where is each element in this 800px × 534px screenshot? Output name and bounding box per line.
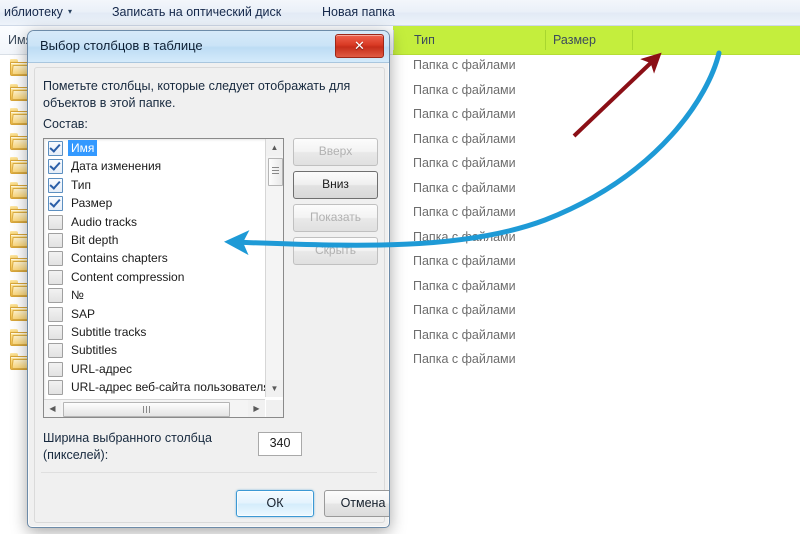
chevron-down-icon: ▾ — [67, 7, 72, 16]
checkbox-icon[interactable] — [48, 343, 63, 359]
cancel-button[interactable]: Отмена — [324, 490, 389, 517]
checkbox-icon[interactable] — [48, 288, 63, 304]
row-type-cell: Папка с файлами — [413, 82, 516, 97]
list-item-label: № — [71, 288, 84, 303]
list-order-button: Показать — [293, 204, 378, 232]
row-type-cell: Папка с файлами — [413, 254, 516, 268]
list-item-label: SAP — [71, 306, 96, 321]
column-header-highlight — [393, 26, 800, 55]
row-type-cell: Папка с файлами — [413, 278, 516, 293]
list-item[interactable]: Content compression — [44, 268, 265, 286]
explorer-toolbar: иблиотеку ▾ Записать на оптический диск Н… — [0, 0, 800, 26]
list-item-label: Дата изменения — [71, 159, 162, 174]
column-separator[interactable] — [632, 30, 633, 50]
scroll-right-icon[interactable]: ▶ — [248, 400, 265, 417]
checkbox-icon[interactable] — [48, 141, 63, 156]
dialog-description: Пометьте столбцы, которые следует отобра… — [43, 79, 351, 110]
list-item[interactable]: SAP — [44, 305, 265, 323]
row-type-cell: Папка с файлами — [413, 303, 516, 317]
list-item[interactable]: Имя — [44, 139, 265, 157]
list-item[interactable]: № — [44, 286, 265, 304]
toolbar-item-library[interactable]: иблиотеку ▾ — [0, 4, 76, 20]
dialog-divider — [41, 472, 377, 473]
list-item-label: URL-адрес — [71, 361, 133, 376]
list-item-label: Имя — [68, 140, 98, 156]
columns-list[interactable]: Имя Дата изменения Тип Размер Audio tracks Bi… — [44, 139, 265, 397]
scrollbar-corner — [266, 400, 283, 417]
horizontal-scrollbar-thumb[interactable] — [63, 402, 230, 417]
checkbox-icon[interactable] — [48, 324, 63, 340]
list-item-label: Content compression — [71, 269, 185, 284]
list-item[interactable]: Дата изменения — [44, 157, 265, 175]
list-item-label: Audio tracks — [71, 214, 138, 229]
vertical-scrollbar[interactable]: ▲ ▼ — [265, 139, 283, 397]
list-item[interactable]: Bit depth — [44, 231, 265, 249]
list-item[interactable]: Audio tracks — [44, 213, 265, 231]
choose-details-dialog: Выбор столбцов в таблице ✕ Пометьте стол… — [27, 30, 390, 528]
row-type-cell: Папка с файлами — [413, 58, 516, 72]
column-header-size[interactable]: Размер — [553, 33, 596, 47]
scroll-down-icon[interactable]: ▼ — [266, 380, 283, 397]
list-item[interactable]: Тип — [44, 176, 265, 194]
list-item[interactable]: Размер — [44, 194, 265, 212]
vertical-scrollbar-thumb[interactable] — [268, 158, 283, 186]
toolbar-item-label: Новая папка — [322, 5, 395, 19]
column-width-label: Ширина выбранного столбца (пикселей): — [43, 431, 212, 462]
scroll-up-icon[interactable]: ▲ — [266, 139, 283, 156]
checkbox-icon[interactable] — [48, 251, 63, 267]
checkbox-icon[interactable] — [48, 196, 63, 212]
checkbox-icon[interactable] — [48, 159, 63, 175]
list-item-label: Размер — [71, 196, 113, 211]
list-item-label: URL-адрес веб-сайта пользователя — [71, 380, 265, 395]
list-order-button[interactable]: Вниз — [293, 171, 378, 199]
list-item[interactable]: URL-адрес — [44, 360, 265, 378]
columns-listbox[interactable]: Имя Дата изменения Тип Размер Audio tracks Bi… — [43, 138, 284, 418]
row-type-cell: Папка с файлами — [413, 131, 516, 146]
toolbar-item-burn-to-disc[interactable]: Записать на оптический диск — [108, 4, 285, 20]
scroll-left-icon[interactable]: ◀ — [44, 400, 61, 417]
row-type-cell: Папка с файлами — [413, 327, 516, 342]
list-item-label: Bit depth — [71, 232, 119, 247]
dialog-title: Выбор столбцов в таблице — [40, 38, 203, 53]
row-type-cell: Папка с файлами — [413, 229, 516, 244]
row-type-cell: Папка с файлами — [413, 107, 516, 121]
list-item-label: Contains chapters — [71, 251, 168, 266]
list-item[interactable]: Subtitles — [44, 341, 265, 359]
list-item-label: Subtitle tracks — [71, 324, 147, 339]
row-type-cell: Папка с файлами — [413, 352, 516, 366]
column-separator[interactable] — [393, 30, 394, 50]
checkbox-icon[interactable] — [48, 232, 63, 248]
column-separator[interactable] — [545, 30, 546, 50]
toolbar-item-label: Записать на оптический диск — [112, 5, 282, 19]
checkbox-icon[interactable] — [48, 306, 63, 322]
row-type-cell: Папка с файлами — [413, 205, 516, 219]
list-order-button: Скрыть — [293, 237, 378, 265]
dialog-body: Пометьте столбцы, которые следует отобра… — [34, 67, 389, 523]
row-type-cell: Папка с файлами — [413, 156, 516, 170]
list-order-button: Вверх — [293, 138, 378, 166]
row-type-cell: Папка с файлами — [413, 180, 516, 195]
checkbox-icon[interactable] — [48, 214, 63, 230]
close-icon[interactable]: ✕ — [335, 34, 384, 58]
horizontal-scrollbar[interactable]: ◀ ▶ — [44, 399, 265, 417]
list-label: Состав: — [43, 117, 88, 131]
toolbar-item-label: иблиотеку — [4, 5, 63, 19]
column-width-input[interactable]: 340 — [258, 432, 302, 456]
dialog-title-bar[interactable]: Выбор столбцов в таблице ✕ — [28, 31, 389, 63]
ok-button[interactable]: ОК — [236, 490, 314, 517]
list-item[interactable]: Video tracks — [44, 396, 265, 397]
toolbar-item-new-folder[interactable]: Новая папка — [318, 4, 399, 20]
checkbox-icon[interactable] — [48, 269, 63, 285]
list-item[interactable]: URL-адрес веб-сайта пользователя — [44, 378, 265, 396]
list-item-label: Subtitles — [71, 343, 118, 358]
list-item[interactable]: Subtitle tracks — [44, 323, 265, 341]
list-item[interactable]: Contains chapters — [44, 249, 265, 267]
checkbox-icon[interactable] — [48, 380, 63, 396]
column-header-type[interactable]: Тип — [414, 33, 435, 47]
checkbox-icon[interactable] — [48, 177, 63, 193]
list-item-label: Тип — [71, 177, 92, 192]
checkbox-icon[interactable] — [48, 361, 63, 377]
